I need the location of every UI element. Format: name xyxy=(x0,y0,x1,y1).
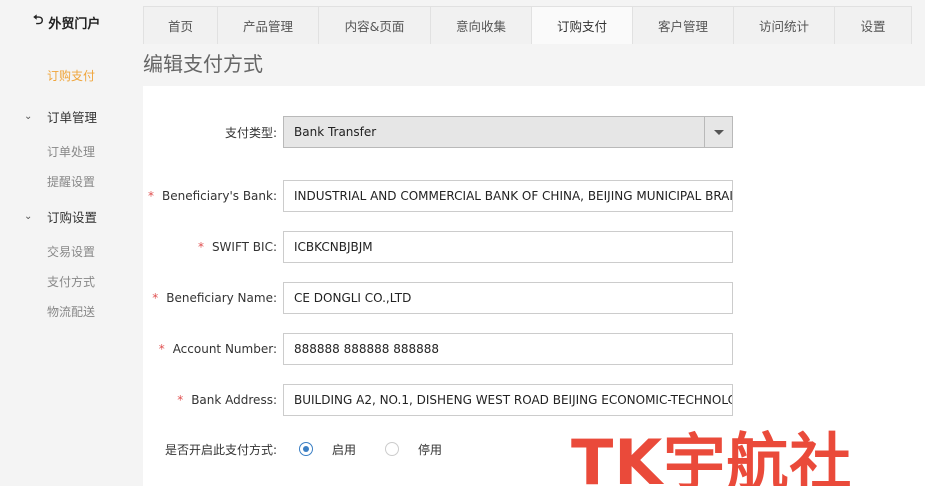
form-row-account-number: * Account Number: 888888 888888 888888 xyxy=(143,332,925,366)
page-title: 编辑支付方式 xyxy=(143,52,263,76)
app-title: 外贸门户 xyxy=(48,16,101,32)
required-marker: * xyxy=(158,342,165,356)
account-number-label: * Account Number: xyxy=(158,342,277,356)
account-number-input[interactable]: 888888 888888 888888 xyxy=(283,333,733,365)
swift-bic-input[interactable]: ICBKCNBJBJM xyxy=(283,231,733,263)
tab-statistics[interactable]: 访问统计 xyxy=(733,6,835,44)
sidebar-group-label: 订单管理 xyxy=(47,110,98,125)
required-marker: * xyxy=(177,393,184,407)
beneficiary-name-label: * Beneficiary Name: xyxy=(152,291,277,305)
required-marker: * xyxy=(197,240,204,254)
sidebar-item-transaction-settings[interactable]: 交易设置 xyxy=(47,243,95,260)
enable-label: 是否开启此支付方式: xyxy=(164,442,277,457)
required-marker: * xyxy=(147,189,154,203)
sidebar-item-order-payment[interactable]: 订购支付 xyxy=(47,67,95,84)
radio-enable-label[interactable]: 启用 xyxy=(332,441,356,458)
required-marker: * xyxy=(152,291,159,305)
enable-radio-group: 启用 停用 xyxy=(299,441,471,458)
radio-disable-label[interactable]: 停用 xyxy=(418,441,442,458)
payment-type-label: 支付类型: xyxy=(224,125,277,140)
bank-address-label: * Bank Address: xyxy=(177,393,277,407)
chevron-down-icon: ⌄ xyxy=(24,111,33,122)
radio-disable[interactable] xyxy=(385,442,400,456)
tab-products[interactable]: 产品管理 xyxy=(217,6,319,44)
chevron-down-icon: ⌄ xyxy=(24,211,33,222)
form-row-beneficiary-name: * Beneficiary Name: CE DONGLI CO.,LTD xyxy=(143,281,925,315)
sidebar-item-order-processing[interactable]: 订单处理 xyxy=(47,143,95,160)
payment-type-value: Bank Transfer xyxy=(294,125,377,139)
beneficiary-bank-input[interactable]: INDUSTRIAL AND COMMERCIAL BANK OF CHINA,… xyxy=(283,180,733,212)
form-row-beneficiary-bank: * Beneficiary's Bank: INDUSTRIAL AND COMM… xyxy=(143,179,925,213)
sidebar: 订购支付 ⌄ 订单管理 订单处理 提醒设置 ⌄ 订购设置 交易设置 支付方式 物… xyxy=(0,44,143,486)
swift-bic-label: * SWIFT BIC: xyxy=(197,240,277,254)
app-logo[interactable]: ⮌ 外贸门户 xyxy=(0,0,143,44)
sidebar-group-label: 订购设置 xyxy=(47,210,98,225)
sidebar-item-logistics[interactable]: 物流配送 xyxy=(47,303,95,320)
radio-enable[interactable] xyxy=(299,442,313,456)
payment-type-select[interactable]: Bank Transfer xyxy=(283,116,733,148)
beneficiary-name-input[interactable]: CE DONGLI CO.,LTD xyxy=(283,282,733,314)
tab-settings[interactable]: 设置 xyxy=(834,6,912,44)
caret-down-icon xyxy=(713,129,724,135)
tab-home[interactable]: 首页 xyxy=(143,6,218,44)
main-nav-tabs: 首页 产品管理 内容&页面 意向收集 订购支付 客户管理 访问统计 设置 xyxy=(143,6,912,44)
sidebar-group-order-management[interactable]: ⌄ 订单管理 xyxy=(24,107,97,126)
form-row-payment-type: 支付类型: Bank Transfer xyxy=(143,115,925,149)
logo-icon: ⮌ xyxy=(33,13,44,28)
tab-content-pages[interactable]: 内容&页面 xyxy=(318,6,431,44)
sidebar-group-order-settings[interactable]: ⌄ 订购设置 xyxy=(24,207,97,226)
watermark: TK宇航社 xyxy=(571,426,853,486)
tab-order-payment[interactable]: 订购支付 xyxy=(531,6,633,44)
dropdown-toggle[interactable] xyxy=(704,117,732,147)
beneficiary-bank-label: * Beneficiary's Bank: xyxy=(147,189,277,203)
sidebar-item-reminder-settings[interactable]: 提醒设置 xyxy=(47,173,95,190)
tab-inquiries[interactable]: 意向收集 xyxy=(430,6,532,44)
form-row-swift-bic: * SWIFT BIC: ICBKCNBJBJM xyxy=(143,230,925,264)
top-bar: ⮌ 外贸门户 首页 产品管理 内容&页面 意向收集 订购支付 客户管理 访问统计… xyxy=(0,0,925,44)
sidebar-item-payment-methods[interactable]: 支付方式 xyxy=(47,273,95,290)
tab-customers[interactable]: 客户管理 xyxy=(632,6,734,44)
